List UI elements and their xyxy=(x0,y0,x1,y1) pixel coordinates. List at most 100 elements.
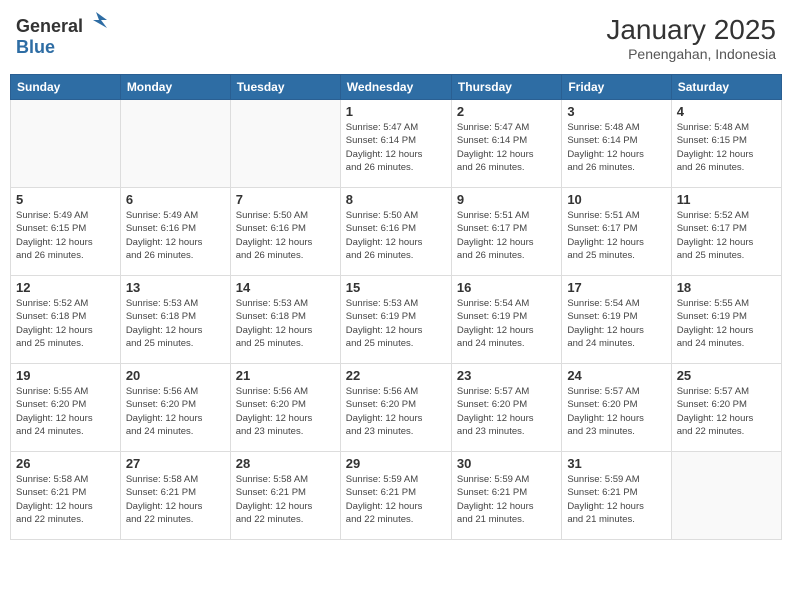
day-number: 11 xyxy=(677,192,776,207)
day-number: 12 xyxy=(16,280,115,295)
day-number: 9 xyxy=(457,192,556,207)
day-info: Sunrise: 5:51 AM Sunset: 6:17 PM Dayligh… xyxy=(457,209,556,262)
week-row-4: 26 Sunrise: 5:58 AM Sunset: 6:21 PM Dayli… xyxy=(11,452,782,540)
day-number: 4 xyxy=(677,104,776,119)
day-info: Sunrise: 5:51 AM Sunset: 6:17 PM Dayligh… xyxy=(567,209,665,262)
day-number: 24 xyxy=(567,368,665,383)
calendar-cell: 28 Sunrise: 5:58 AM Sunset: 6:21 PM Dayli… xyxy=(230,452,340,540)
day-number: 27 xyxy=(126,456,225,471)
day-number: 31 xyxy=(567,456,665,471)
day-number: 29 xyxy=(346,456,446,471)
calendar-cell xyxy=(120,100,230,188)
logo-blue: Blue xyxy=(16,37,55,57)
day-info: Sunrise: 5:52 AM Sunset: 6:17 PM Dayligh… xyxy=(677,209,776,262)
day-info: Sunrise: 5:59 AM Sunset: 6:21 PM Dayligh… xyxy=(567,473,665,526)
day-number: 22 xyxy=(346,368,446,383)
day-number: 21 xyxy=(236,368,335,383)
day-info: Sunrise: 5:47 AM Sunset: 6:14 PM Dayligh… xyxy=(457,121,556,174)
calendar-header-row: SundayMondayTuesdayWednesdayThursdayFrid… xyxy=(11,75,782,100)
day-number: 10 xyxy=(567,192,665,207)
day-number: 8 xyxy=(346,192,446,207)
day-number: 28 xyxy=(236,456,335,471)
day-info: Sunrise: 5:52 AM Sunset: 6:18 PM Dayligh… xyxy=(16,297,115,350)
calendar-cell: 24 Sunrise: 5:57 AM Sunset: 6:20 PM Dayli… xyxy=(562,364,671,452)
calendar-cell: 4 Sunrise: 5:48 AM Sunset: 6:15 PM Daylig… xyxy=(671,100,781,188)
day-info: Sunrise: 5:56 AM Sunset: 6:20 PM Dayligh… xyxy=(126,385,225,438)
col-header-monday: Monday xyxy=(120,75,230,100)
day-info: Sunrise: 5:49 AM Sunset: 6:16 PM Dayligh… xyxy=(126,209,225,262)
col-header-wednesday: Wednesday xyxy=(340,75,451,100)
day-info: Sunrise: 5:49 AM Sunset: 6:15 PM Dayligh… xyxy=(16,209,115,262)
calendar-cell xyxy=(671,452,781,540)
day-number: 25 xyxy=(677,368,776,383)
col-header-tuesday: Tuesday xyxy=(230,75,340,100)
day-info: Sunrise: 5:55 AM Sunset: 6:20 PM Dayligh… xyxy=(16,385,115,438)
col-header-thursday: Thursday xyxy=(451,75,561,100)
title-area: January 2025 Penengahan, Indonesia xyxy=(606,14,776,62)
calendar-cell: 14 Sunrise: 5:53 AM Sunset: 6:18 PM Dayli… xyxy=(230,276,340,364)
logo: General Blue xyxy=(16,14,107,58)
day-info: Sunrise: 5:54 AM Sunset: 6:19 PM Dayligh… xyxy=(457,297,556,350)
day-info: Sunrise: 5:56 AM Sunset: 6:20 PM Dayligh… xyxy=(346,385,446,438)
calendar-cell: 5 Sunrise: 5:49 AM Sunset: 6:15 PM Daylig… xyxy=(11,188,121,276)
day-number: 30 xyxy=(457,456,556,471)
day-info: Sunrise: 5:53 AM Sunset: 6:19 PM Dayligh… xyxy=(346,297,446,350)
day-info: Sunrise: 5:50 AM Sunset: 6:16 PM Dayligh… xyxy=(236,209,335,262)
calendar-cell: 29 Sunrise: 5:59 AM Sunset: 6:21 PM Dayli… xyxy=(340,452,451,540)
calendar-cell: 11 Sunrise: 5:52 AM Sunset: 6:17 PM Dayli… xyxy=(671,188,781,276)
page-header: General Blue January 2025 Penengahan, In… xyxy=(10,10,782,66)
day-info: Sunrise: 5:47 AM Sunset: 6:14 PM Dayligh… xyxy=(346,121,446,174)
day-info: Sunrise: 5:54 AM Sunset: 6:19 PM Dayligh… xyxy=(567,297,665,350)
day-number: 16 xyxy=(457,280,556,295)
day-info: Sunrise: 5:48 AM Sunset: 6:15 PM Dayligh… xyxy=(677,121,776,174)
day-info: Sunrise: 5:58 AM Sunset: 6:21 PM Dayligh… xyxy=(236,473,335,526)
calendar-cell: 21Sunrise: 5:56 AM Sunset: 6:20 PM Dayli… xyxy=(230,364,340,452)
calendar-cell: 12 Sunrise: 5:52 AM Sunset: 6:18 PM Dayli… xyxy=(11,276,121,364)
calendar-cell: 6 Sunrise: 5:49 AM Sunset: 6:16 PM Daylig… xyxy=(120,188,230,276)
calendar-cell: 16 Sunrise: 5:54 AM Sunset: 6:19 PM Dayli… xyxy=(451,276,561,364)
day-info: Sunrise: 5:53 AM Sunset: 6:18 PM Dayligh… xyxy=(236,297,335,350)
calendar-cell: 19 Sunrise: 5:55 AM Sunset: 6:20 PM Dayli… xyxy=(11,364,121,452)
day-number: 23 xyxy=(457,368,556,383)
day-number: 26 xyxy=(16,456,115,471)
calendar-cell: 30 Sunrise: 5:59 AM Sunset: 6:21 PM Dayli… xyxy=(451,452,561,540)
week-row-1: 5 Sunrise: 5:49 AM Sunset: 6:15 PM Daylig… xyxy=(11,188,782,276)
day-info: Sunrise: 5:59 AM Sunset: 6:21 PM Dayligh… xyxy=(457,473,556,526)
calendar-cell xyxy=(11,100,121,188)
day-number: 14 xyxy=(236,280,335,295)
col-header-saturday: Saturday xyxy=(671,75,781,100)
day-info: Sunrise: 5:50 AM Sunset: 6:16 PM Dayligh… xyxy=(346,209,446,262)
logo-bird-icon xyxy=(85,10,107,32)
day-number: 2 xyxy=(457,104,556,119)
calendar-cell: 15 Sunrise: 5:53 AM Sunset: 6:19 PM Dayli… xyxy=(340,276,451,364)
col-header-sunday: Sunday xyxy=(11,75,121,100)
day-number: 20 xyxy=(126,368,225,383)
calendar-cell: 25 Sunrise: 5:57 AM Sunset: 6:20 PM Dayli… xyxy=(671,364,781,452)
day-info: Sunrise: 5:59 AM Sunset: 6:21 PM Dayligh… xyxy=(346,473,446,526)
day-number: 15 xyxy=(346,280,446,295)
day-info: Sunrise: 5:58 AM Sunset: 6:21 PM Dayligh… xyxy=(126,473,225,526)
day-number: 17 xyxy=(567,280,665,295)
week-row-2: 12 Sunrise: 5:52 AM Sunset: 6:18 PM Dayli… xyxy=(11,276,782,364)
calendar-cell xyxy=(230,100,340,188)
day-info: Sunrise: 5:57 AM Sunset: 6:20 PM Dayligh… xyxy=(677,385,776,438)
week-row-0: 1Sunrise: 5:47 AM Sunset: 6:14 PM Daylig… xyxy=(11,100,782,188)
day-number: 3 xyxy=(567,104,665,119)
calendar-cell: 20 Sunrise: 5:56 AM Sunset: 6:20 PM Dayli… xyxy=(120,364,230,452)
day-info: Sunrise: 5:58 AM Sunset: 6:21 PM Dayligh… xyxy=(16,473,115,526)
calendar-cell: 10 Sunrise: 5:51 AM Sunset: 6:17 PM Dayli… xyxy=(562,188,671,276)
col-header-friday: Friday xyxy=(562,75,671,100)
day-number: 6 xyxy=(126,192,225,207)
calendar-cell: 17 Sunrise: 5:54 AM Sunset: 6:19 PM Dayli… xyxy=(562,276,671,364)
logo-text: General Blue xyxy=(16,14,107,58)
calendar-cell: 2 Sunrise: 5:47 AM Sunset: 6:14 PM Daylig… xyxy=(451,100,561,188)
calendar-cell: 23 Sunrise: 5:57 AM Sunset: 6:20 PM Dayli… xyxy=(451,364,561,452)
day-info: Sunrise: 5:57 AM Sunset: 6:20 PM Dayligh… xyxy=(567,385,665,438)
day-info: Sunrise: 5:57 AM Sunset: 6:20 PM Dayligh… xyxy=(457,385,556,438)
day-number: 5 xyxy=(16,192,115,207)
calendar-cell: 1Sunrise: 5:47 AM Sunset: 6:14 PM Daylig… xyxy=(340,100,451,188)
calendar-cell: 26 Sunrise: 5:58 AM Sunset: 6:21 PM Dayli… xyxy=(11,452,121,540)
day-info: Sunrise: 5:53 AM Sunset: 6:18 PM Dayligh… xyxy=(126,297,225,350)
day-number: 19 xyxy=(16,368,115,383)
calendar-cell: 8 Sunrise: 5:50 AM Sunset: 6:16 PM Daylig… xyxy=(340,188,451,276)
